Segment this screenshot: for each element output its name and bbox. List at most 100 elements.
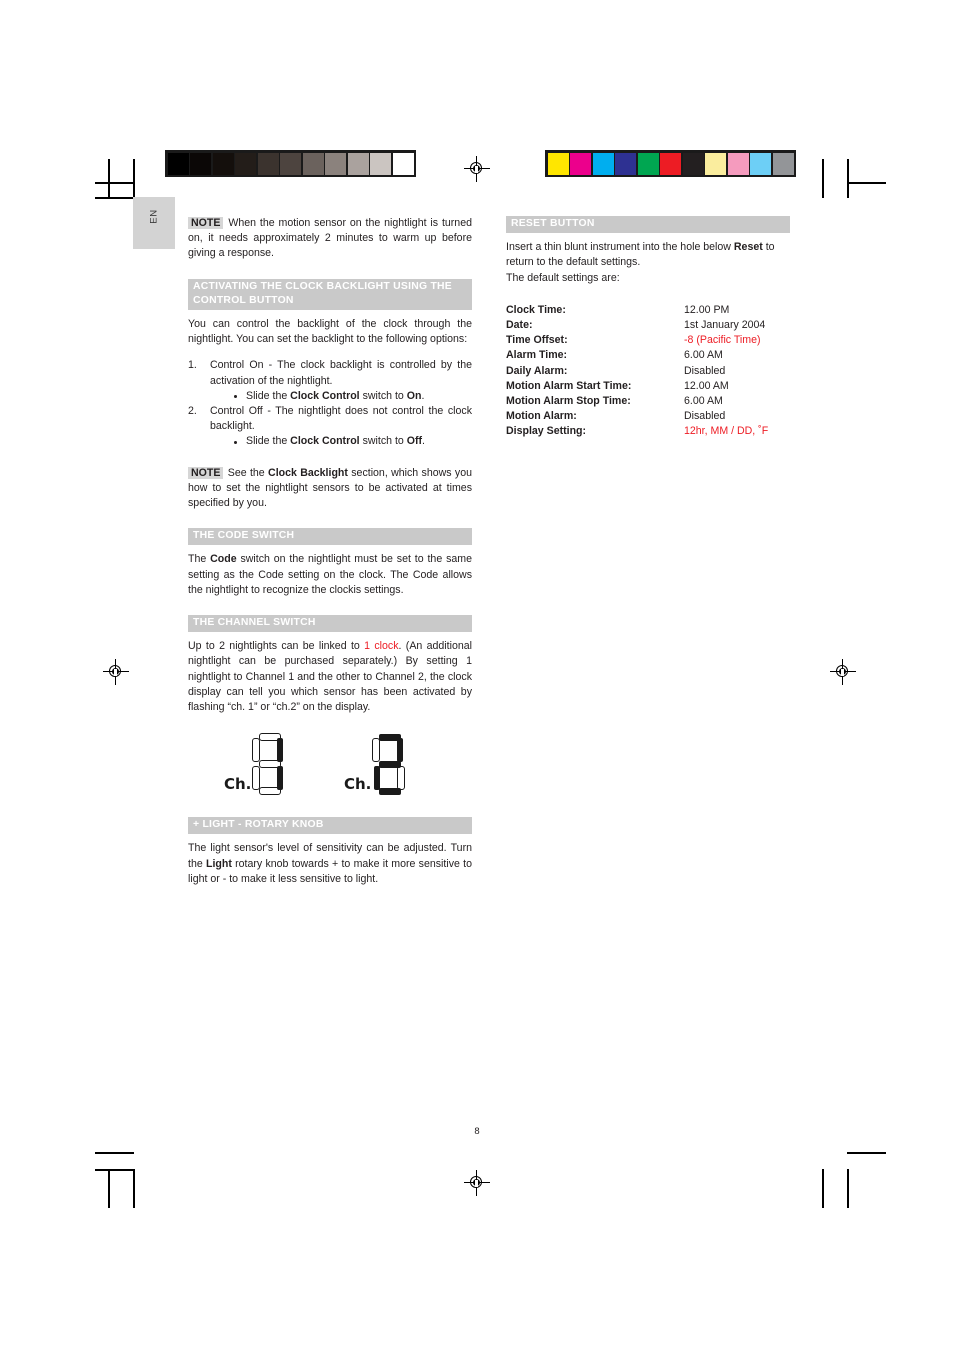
setting-value: Disabled bbox=[684, 364, 726, 377]
bullet-mid: switch to bbox=[359, 389, 407, 402]
channel-1-label: Ch. bbox=[224, 775, 252, 794]
table-row: Motion Alarm Stop Time: 6.00 AM bbox=[506, 394, 790, 409]
list-item-text: Control Off - The nightlight does not co… bbox=[210, 405, 472, 433]
bullet-suffix: . bbox=[422, 435, 425, 448]
registration-mark-top bbox=[464, 156, 490, 182]
backlight-options-list: 1. Control On - The clock backlight is c… bbox=[188, 358, 472, 449]
color-swatch bbox=[370, 152, 391, 175]
crop-mark-line bbox=[847, 159, 849, 198]
color-swatch bbox=[257, 152, 279, 175]
color-swatch bbox=[705, 152, 726, 175]
section-heading-light-rotary-knob: + LIGHT - ROTARY KNOB bbox=[188, 817, 472, 835]
crop-mark-line bbox=[847, 1152, 886, 1154]
light-bold-term: Light bbox=[205, 857, 232, 870]
crop-mark-line bbox=[95, 1152, 134, 1154]
registration-mark-left bbox=[103, 659, 129, 685]
setting-key: Display Setting: bbox=[506, 425, 587, 438]
code-text-before: The bbox=[188, 553, 211, 566]
note-text: When the motion sensor on the nightlight… bbox=[188, 217, 472, 260]
color-swatch bbox=[660, 152, 681, 175]
color-swatch bbox=[772, 152, 794, 175]
table-row: Motion Alarm: Disabled bbox=[506, 409, 790, 424]
section-heading-channel-switch: THE CHANNEL SWITCH bbox=[188, 615, 472, 633]
setting-value: 12.00 AM bbox=[684, 379, 729, 392]
right-column: RESET BUTTON Insert a thin blunt instrum… bbox=[506, 216, 790, 440]
color-control-bar bbox=[545, 150, 796, 177]
backlight-intro-text: You can control the backlight of the clo… bbox=[188, 318, 472, 346]
note-clock-backlight: NOTE See the Clock Backlight section, wh… bbox=[188, 466, 472, 512]
bullet-bold-value: On bbox=[406, 389, 422, 402]
color-swatch bbox=[682, 152, 704, 175]
bullet-item: Slide the Clock Control switch to On. bbox=[232, 389, 472, 404]
color-swatch bbox=[570, 152, 591, 175]
section-heading-activating-backlight: ACTIVATING THE CLOCK BACKLIGHT USING THE… bbox=[188, 278, 472, 311]
seven-segment-digit-2 bbox=[372, 733, 408, 796]
section-heading-code-switch: THE CODE SWITCH bbox=[188, 528, 472, 546]
color-swatch bbox=[212, 152, 234, 175]
color-swatch bbox=[302, 152, 324, 175]
left-column: NOTE When the motion sensor on the night… bbox=[188, 216, 472, 887]
table-row: Display Setting: 12hr, MM / DD, ˚F bbox=[506, 424, 790, 439]
table-row: Date: 1st January 2004 bbox=[506, 318, 790, 333]
channel-2-label: Ch. bbox=[344, 775, 372, 794]
crop-mark-line bbox=[108, 1169, 110, 1208]
bullet-item: Slide the Clock Control switch to Off. bbox=[232, 434, 472, 449]
list-item: 2. Control Off - The nightlight does not… bbox=[188, 404, 472, 450]
channel-text-highlight: 1 clock bbox=[364, 640, 399, 653]
reset-bold-term: Reset bbox=[733, 241, 763, 254]
channel-text-before: Up to 2 nightlights can be linked to bbox=[188, 640, 365, 653]
note-bold-term: Clock Backlight bbox=[268, 466, 348, 479]
setting-key: Date: bbox=[506, 319, 533, 332]
color-swatch bbox=[190, 152, 211, 175]
seven-segment-digit-1 bbox=[252, 733, 288, 796]
reset-text-before: Insert a thin blunt instrument into the … bbox=[506, 241, 734, 254]
note-text-before: See the bbox=[227, 466, 269, 479]
setting-key: Alarm Time: bbox=[506, 349, 568, 362]
registration-mark-right bbox=[830, 659, 856, 685]
language-tab-label: EN bbox=[148, 209, 160, 224]
setting-key: Clock Time: bbox=[506, 303, 566, 316]
reset-defaults-intro: The default settings are: bbox=[506, 271, 620, 284]
setting-value: 1st January 2004 bbox=[684, 319, 766, 332]
bullet-prefix: Slide the bbox=[246, 435, 291, 448]
crop-mark-line bbox=[822, 159, 824, 198]
color-swatch bbox=[592, 152, 614, 175]
crop-mark-line bbox=[95, 1169, 134, 1171]
color-swatch bbox=[637, 152, 659, 175]
setting-key: Motion Alarm Start Time: bbox=[506, 379, 632, 392]
bullet-prefix: Slide the bbox=[246, 389, 291, 402]
setting-value: 12.00 PM bbox=[684, 303, 730, 316]
bullet-bold-value: Off bbox=[406, 435, 423, 448]
code-switch-text: The Code switch on the nightlight must b… bbox=[188, 552, 472, 598]
list-item-number: 2. bbox=[188, 405, 197, 418]
color-swatch bbox=[547, 152, 569, 175]
page-number: 8 bbox=[474, 1126, 480, 1137]
crop-mark-line bbox=[133, 159, 135, 198]
color-swatch bbox=[727, 152, 749, 175]
setting-value: -8 (Pacific Time) bbox=[684, 334, 761, 347]
setting-value: 6.00 AM bbox=[684, 349, 723, 362]
table-row: Clock Time: 12.00 PM bbox=[506, 303, 790, 318]
color-swatch bbox=[347, 152, 369, 175]
setting-value: 12hr, MM / DD, ˚F bbox=[684, 425, 769, 438]
section-heading-reset-button: RESET BUTTON bbox=[506, 216, 790, 234]
list-item-number: 1. bbox=[188, 359, 197, 372]
grayscale-control-bar bbox=[165, 150, 416, 177]
default-settings-table: Clock Time: 12.00 PM Date: 1st January 2004… bbox=[506, 303, 790, 440]
channel-display-figures: Ch. Ch. bbox=[188, 729, 472, 811]
light-knob-text: The light sensor's level of sensitivity … bbox=[188, 841, 472, 887]
note-motion-sensor: NOTE When the motion sensor on the night… bbox=[188, 216, 472, 262]
channel-switch-text: Up to 2 nightlights can be linked to 1 c… bbox=[188, 639, 472, 715]
setting-value: 6.00 AM bbox=[684, 395, 723, 408]
channel-1-figure: Ch. bbox=[224, 733, 288, 796]
setting-key: Motion Alarm: bbox=[506, 410, 577, 423]
color-swatch bbox=[392, 152, 414, 175]
setting-value: Disabled bbox=[684, 410, 726, 423]
color-swatch bbox=[235, 152, 256, 175]
crop-mark-line bbox=[133, 1169, 135, 1208]
table-row: Motion Alarm Start Time: 12.00 AM bbox=[506, 379, 790, 394]
table-row: Daily Alarm: Disabled bbox=[506, 364, 790, 379]
crop-mark-line bbox=[108, 159, 110, 198]
code-bold-term: Code bbox=[210, 553, 237, 566]
setting-key: Daily Alarm: bbox=[506, 364, 568, 377]
